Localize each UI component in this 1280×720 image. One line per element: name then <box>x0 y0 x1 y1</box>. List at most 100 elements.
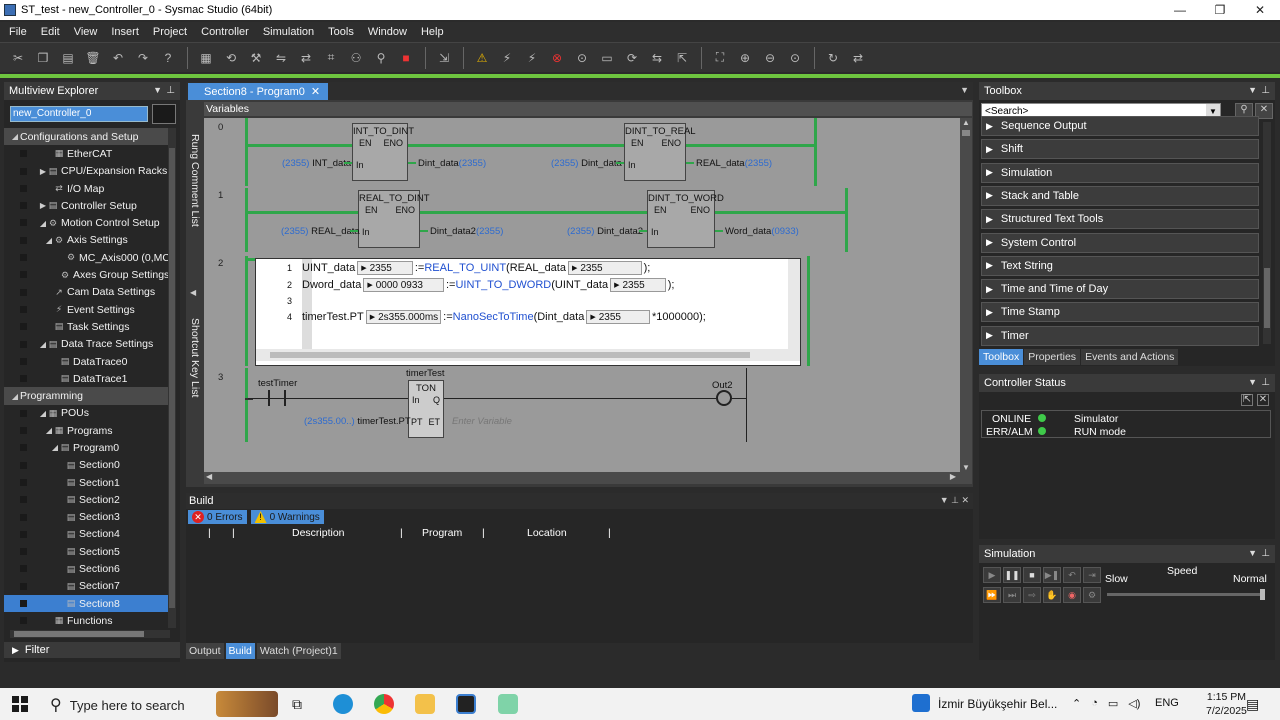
st-vscrollbar[interactable] <box>788 259 800 349</box>
tree-item[interactable]: ▤ Section0 <box>4 457 170 474</box>
toolbox-category[interactable]: ▶ Time Stamp <box>981 302 1259 323</box>
monitor-icon[interactable]: ⊙ <box>570 46 594 70</box>
toolbox-scrollbar[interactable] <box>1263 122 1271 344</box>
toolbox-category[interactable]: ▶ Stack and Table <box>981 185 1259 206</box>
editor-vscrollbar[interactable]: ▲ ▼ <box>960 118 972 472</box>
tab-output[interactable]: Output <box>186 643 224 659</box>
tab-watch[interactable]: Watch (Project)1 <box>256 643 341 659</box>
tree-item[interactable]: ◢ ▦ Programs <box>4 422 170 439</box>
volume-icon[interactable]: ◁) <box>1128 697 1140 710</box>
minimize-button[interactable]: — <box>1160 0 1200 20</box>
tree-item[interactable]: ⇄ I/O Map <box>4 180 170 197</box>
explorer-scrollbar[interactable] <box>168 128 176 628</box>
explorer-hscrollbar[interactable] <box>10 630 170 638</box>
output-coil[interactable] <box>716 390 732 406</box>
stop-icon[interactable]: ■ <box>394 46 418 70</box>
paste-icon[interactable]: ▤ <box>56 46 80 70</box>
copy-icon[interactable]: ❐ <box>31 46 55 70</box>
contact-label[interactable]: testTimer <box>258 378 297 389</box>
tree-item[interactable]: ▦ EtherCAT <box>4 145 170 162</box>
force-off-icon[interactable]: ⚡ <box>520 46 544 70</box>
tree-item[interactable]: ▤ Section2 <box>4 491 170 508</box>
tree-item[interactable]: ▤ Section3 <box>4 509 170 526</box>
column-program[interactable]: Program <box>422 527 462 539</box>
shortcut-key-list-tab[interactable]: Shortcut Key List <box>189 318 201 397</box>
menu-edit[interactable]: Edit <box>34 26 67 38</box>
settings-icon[interactable]: ⚙ <box>1083 587 1101 603</box>
weather-app-icon[interactable] <box>912 694 930 712</box>
tree-item[interactable]: ◢ ▤ Data Trace Settings <box>4 336 170 353</box>
simulator-app-icon[interactable] <box>498 694 518 714</box>
menu-file[interactable]: File <box>2 26 34 38</box>
step-icon[interactable]: ▶❚ <box>1043 567 1061 583</box>
menu-insert[interactable]: Insert <box>104 26 146 38</box>
fb-real-to-dint[interactable]: REAL_TO_DINT EN ENO In <box>358 190 430 248</box>
hand-icon[interactable]: ✋ <box>1043 587 1061 603</box>
tree-item[interactable]: ▶ ▤ CPU/Expansion Racks <box>4 163 170 180</box>
break-icon[interactable]: ⇥ <box>1083 567 1101 583</box>
collapse-icon[interactable]: ◢ <box>38 409 48 418</box>
toolbox-category[interactable]: ▶ System Control <box>981 232 1259 253</box>
tree-item[interactable]: ▦ Functions <box>4 612 170 628</box>
zoom-reset-icon[interactable]: ⊙ <box>783 46 807 70</box>
toolbox-category[interactable]: ▶ Time and Time of Day <box>981 279 1259 300</box>
zoom-in-icon[interactable]: ⊕ <box>733 46 757 70</box>
tree-item[interactable]: ◢ ▤ Program0 <box>4 439 170 456</box>
network-icon[interactable]: ⚇ <box>344 46 368 70</box>
collapse-icon[interactable]: ◢ <box>44 236 54 245</box>
toolbox-category[interactable]: ▶ Text String <box>981 255 1259 276</box>
tree-item[interactable]: ◢ ⚙ Motion Control Setup <box>4 214 170 231</box>
tab-build[interactable]: Build <box>225 643 255 659</box>
output-variable[interactable]: REAL_data(2355) <box>696 158 772 169</box>
fit-icon[interactable]: ⛶ <box>708 46 732 70</box>
close-tab-icon[interactable]: ✕ <box>311 85 320 98</box>
tab-properties[interactable]: Properties <box>1024 349 1081 365</box>
filter-bar[interactable]: ▶ Filter <box>4 642 180 658</box>
menu-project[interactable]: Project <box>146 26 194 38</box>
st-line-2[interactable]: 2 Dword_data0000 0933:=UINT_TO_DWORD(UIN… <box>256 277 674 293</box>
collapse-icon[interactable]: ◢ <box>50 443 60 452</box>
redo-icon[interactable]: ↷ <box>131 46 155 70</box>
controller-toggle-button[interactable] <box>152 104 176 124</box>
dropdown-icon[interactable]: ▼ <box>1248 377 1257 387</box>
fb-dint-to-real[interactable]: DINT_TO_REAL EN ENO In <box>624 123 696 181</box>
force-on-icon[interactable]: ⚡ <box>495 46 519 70</box>
column-location[interactable]: Location <box>527 527 567 539</box>
st-line-4[interactable]: 4 timerTest.PT2s355.000ms:=NanoSecToTime… <box>256 309 706 325</box>
input-variable[interactable]: (2355) INT_data <box>282 158 351 169</box>
toolbox-category[interactable]: ▶ Structured Text Tools <box>981 209 1259 230</box>
toolbox-category[interactable]: ▶ Timer <box>981 325 1259 346</box>
pt-variable[interactable]: (2s355.00..) timerTest.PT <box>304 416 411 427</box>
tree-item[interactable]: ◢ ▦ POUs <box>4 405 170 422</box>
compare-icon[interactable]: ⇋ <box>269 46 293 70</box>
speed-slider[interactable] <box>1107 589 1265 600</box>
editor-hscrollbar[interactable]: ◀ ▶ <box>204 472 972 484</box>
maximize-button[interactable]: ❐ <box>1200 0 1240 20</box>
notification-icon[interactable]: ▤ <box>1246 696 1259 713</box>
collapse-icon[interactable]: ◀ <box>190 288 196 297</box>
controller-select[interactable]: new_Controller_0 <box>10 106 148 122</box>
warning-icon[interactable]: ⚠ <box>470 46 494 70</box>
binoculars-icon[interactable]: ⚲ <box>369 46 393 70</box>
tree-item[interactable]: ⚡ Event Settings <box>4 301 170 318</box>
pin-icon[interactable]: ⊥ <box>1261 377 1270 388</box>
collapse-icon[interactable]: ◢ <box>44 426 54 435</box>
tree-item[interactable]: ▶ ▤ Controller Setup <box>4 197 170 214</box>
record-icon[interactable]: ◉ <box>1063 587 1081 603</box>
tab-events-actions[interactable]: Events and Actions <box>1081 349 1179 365</box>
clock[interactable]: 1:15 PM 7/2/2025 <box>1206 690 1247 718</box>
network-icon[interactable]: ◔ <box>1091 697 1098 710</box>
input-variable[interactable]: (2355) REAL_data <box>281 226 360 237</box>
pin-icon[interactable]: ⊥ <box>1261 548 1270 559</box>
edge-icon[interactable] <box>333 694 353 714</box>
language-indicator[interactable]: ENG <box>1155 697 1179 709</box>
battery-icon[interactable]: ▭ <box>1108 697 1118 710</box>
st-line-3[interactable]: 3 <box>256 293 302 309</box>
tree-item[interactable]: ▤ Section6 <box>4 560 170 577</box>
delete-icon[interactable]: 🗑 <box>81 46 105 70</box>
pin-icon[interactable]: ⊥ <box>166 85 175 96</box>
tab-dropdown-icon[interactable]: ▼ <box>960 85 969 95</box>
menu-window[interactable]: Window <box>361 26 414 38</box>
rebuild-icon[interactable]: ⟲ <box>219 46 243 70</box>
st-line-1[interactable]: 1 UINT_data2355:=REAL_TO_UINT(REAL_data2… <box>256 260 650 276</box>
